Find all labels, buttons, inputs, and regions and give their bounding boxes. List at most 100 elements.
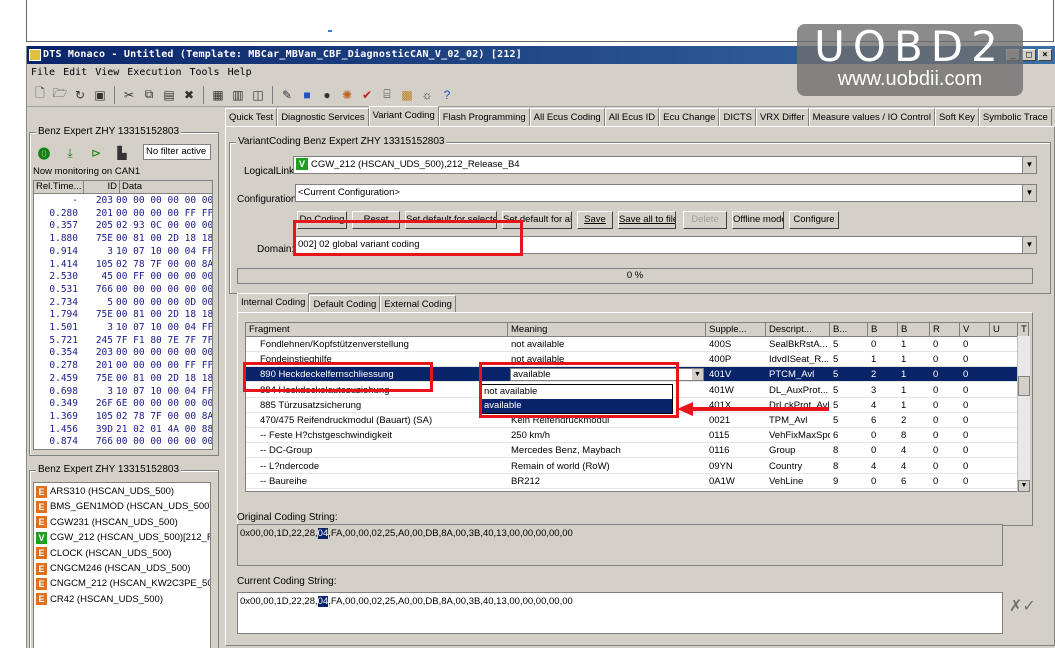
stop-icon[interactable]: ■ <box>298 86 316 104</box>
chevron-down-icon[interactable]: ▼ <box>1022 157 1036 173</box>
ecu-list-item[interactable]: E CGW231 (HSCAN_UDS_500) <box>36 515 178 530</box>
ecu-icon[interactable]: ▩ <box>398 86 416 104</box>
info-icon[interactable]: ☼ <box>418 86 436 104</box>
close-button[interactable]: × <box>1038 49 1052 61</box>
log-row[interactable]: 1.501 310 07 10 00 04 FF 0 <box>34 322 212 334</box>
tab-dicts[interactable]: DICTS <box>719 108 756 126</box>
can-log-list[interactable]: Rel.Time... ID Data -203 00 00 00 00 00 0… <box>33 180 213 450</box>
ecu-list[interactable]: E ARS310 (HSCAN_UDS_500) E BMS_GEN1MOD (HSC… <box>33 482 211 648</box>
grid-col-header[interactable]: U <box>990 323 1018 337</box>
ecu-list-item[interactable]: E ARS310 (HSCAN_UDS_500) <box>36 484 174 499</box>
save-button[interactable]: Save <box>577 211 613 229</box>
log-col-time[interactable]: Rel.Time... <box>34 181 84 193</box>
ecu-list-item[interactable]: VCGW_212 (HSCAN_UDS_500)[212_Relea <box>36 530 210 545</box>
filter-icon[interactable]: ⊳ <box>87 144 105 162</box>
log-row[interactable]: 1.880 75E00 81 00 2D 18 18 1 <box>34 233 212 245</box>
reject-icon[interactable]: ✗ <box>1009 598 1022 615</box>
log-col-id[interactable]: ID <box>84 181 120 193</box>
log-row[interactable]: 1.414 10502 78 7F 00 00 8A 8 <box>34 259 212 271</box>
save-icon[interactable]: ▣ <box>91 86 109 104</box>
ecu-list-item[interactable]: E CNGCM246 (HSCAN_UDS_500) <box>36 561 190 576</box>
grid-col-header[interactable]: B <box>868 323 898 337</box>
tab-internal-coding[interactable]: Internal Coding <box>237 293 310 313</box>
settings-icon[interactable]: ✺ <box>338 86 356 104</box>
tools-icon[interactable]: ✔ <box>358 86 376 104</box>
tab-vrx-differ[interactable]: VRX Differ <box>755 108 809 126</box>
record-icon[interactable]: ● <box>318 86 336 104</box>
tab-default-coding[interactable]: Default Coding <box>309 295 381 313</box>
ecu-list-item[interactable]: E CR42 (HSCAN_UDS_500) <box>36 592 163 607</box>
menu-execution[interactable]: Execution <box>127 65 181 81</box>
chevron-down-icon[interactable]: ▼ <box>1022 237 1036 253</box>
tab-measure-values-io-control[interactable]: Measure values / IO Control <box>808 108 935 126</box>
tab-all-ecus-coding[interactable]: All Ecus Coding <box>529 108 605 126</box>
log-row[interactable]: 0.349 26F6E 00 00 00 00 00 0 <box>34 398 212 410</box>
configure-button[interactable]: Configure <box>789 211 839 229</box>
log-row[interactable]: 2.530 4500 FF 00 00 00 00 4 <box>34 271 212 283</box>
monitor-icon[interactable]: ⌸ <box>378 86 396 104</box>
chevron-down-icon[interactable]: ▼ <box>692 369 703 381</box>
log-row[interactable]: 1.369 10502 78 7F 00 00 8A 9 <box>34 411 212 423</box>
log-row[interactable]: 2.734 500 00 00 00 0D 00 9 <box>34 297 212 309</box>
download-icon[interactable]: ⤓ <box>61 144 79 162</box>
new-file-icon[interactable]: 🗋 <box>31 86 49 104</box>
log-row[interactable]: 0.698 310 07 10 00 04 FF 1 <box>34 386 212 398</box>
split-icon[interactable]: ▥ <box>229 86 247 104</box>
ecu-list-item[interactable]: E BMS_GEN1MOD (HSCAN_UDS_500) <box>36 499 210 514</box>
log-row[interactable]: 0.357 20502 93 0C 00 00 00 00 <box>34 220 212 232</box>
log-row[interactable]: 0.531 76600 00 00 00 00 00 8 <box>34 284 212 296</box>
grid-row[interactable]: -- Feste H?chstgeschwindigkeit 250 km/h 01… <box>246 428 1028 444</box>
log-row[interactable]: 0.874 76600 00 00 00 00 00 8 <box>34 436 212 448</box>
scroll-down-icon[interactable]: ▼ <box>1018 480 1030 492</box>
grid-col-header[interactable]: B... <box>830 323 868 337</box>
grid-row[interactable]: -- Baureihe BR212 0A1W VehLine 9 0 6 0 0 <box>246 474 1028 489</box>
grid-col-header[interactable]: T <box>1018 323 1028 337</box>
scroll-thumb[interactable] <box>1018 376 1030 396</box>
open-folder-icon[interactable]: 🗁 <box>51 86 69 104</box>
offline-mode-button[interactable]: Offline mode <box>732 211 784 229</box>
grid-row[interactable]: -- DC-Group Mercedes Benz, Maybach 0116 Gro… <box>246 443 1028 459</box>
logical-link-select[interactable]: V CGW_212 (HSCAN_UDS_500),212_Release_B4 … <box>293 156 1037 174</box>
ecu-list-item[interactable]: E CLOCK (HSCAN_UDS_500) <box>36 546 171 561</box>
log-row[interactable]: 5.721 2457F F1 80 7E 7F 7F 9 <box>34 335 212 347</box>
delete-icon[interactable]: ✖ <box>180 86 198 104</box>
log-row[interactable]: 2.459 75E00 81 00 2D 18 18 1 <box>34 373 212 385</box>
ecu-list-item[interactable]: E CNGCM_212 (HSCAN_KW2C3PE_500) <box>36 576 210 591</box>
grid-col-header[interactable]: R <box>930 323 960 337</box>
tab-symbolic-trace[interactable]: Symbolic Trace <box>978 108 1052 126</box>
log-row[interactable]: 0.278 20100 00 00 00 FF FF 9 <box>34 360 212 372</box>
tab-quick-test[interactable]: Quick Test <box>225 108 278 126</box>
clear-icon[interactable]: ▙ <box>113 144 131 162</box>
grid-row[interactable]: -- L?ndercode Remain of world (RoW) 09YN Co… <box>246 459 1028 474</box>
paste-icon[interactable]: ▤ <box>160 86 178 104</box>
grid-scrollbar[interactable]: ▼ <box>1017 336 1030 492</box>
grid-col-header[interactable]: B <box>898 323 930 337</box>
refresh-icon[interactable]: ↻ <box>71 86 89 104</box>
log-row[interactable]: 0.354 20300 00 00 00 00 00 00 <box>34 347 212 359</box>
menu-edit[interactable]: Edit <box>63 65 87 81</box>
grid-col-header[interactable]: Fragment <box>246 323 508 337</box>
menu-help[interactable]: Help <box>228 65 252 81</box>
grid-col-header[interactable]: Descript... <box>766 323 830 337</box>
log-row[interactable]: 0.914 310 07 10 00 04 FF F <box>34 246 212 258</box>
tab-ecu-change[interactable]: Ecu Change <box>659 108 720 126</box>
log-col-data[interactable]: Data <box>120 181 212 193</box>
filter-field[interactable]: No filter active <box>143 144 211 160</box>
chevron-down-icon[interactable]: ▼ <box>1022 185 1036 201</box>
menu-view[interactable]: View <box>95 65 119 81</box>
grid-col-header[interactable]: Supple... <box>706 323 766 337</box>
tab-soft-key[interactable]: Soft Key <box>934 108 979 126</box>
layout-icon[interactable]: ▦ <box>209 86 227 104</box>
tab-diagnostic-services[interactable]: Diagnostic Services <box>277 108 369 126</box>
log-row[interactable]: 1.794 75E00 81 00 2D 18 18 1 <box>34 309 212 321</box>
help-icon[interactable]: ? <box>438 86 456 104</box>
tab-external-coding[interactable]: External Coding <box>380 295 456 313</box>
zero-icon[interactable]: ⓿ <box>35 144 53 162</box>
grid-col-header[interactable]: Meaning <box>508 323 706 337</box>
panel-icon[interactable]: ◫ <box>249 86 267 104</box>
log-row[interactable]: - 20300 00 00 00 00 00 00 <box>34 195 212 207</box>
accept-icon[interactable]: ✓ <box>1022 598 1035 615</box>
copy-icon[interactable]: ⧉ <box>140 86 158 104</box>
maximize-button[interactable]: □ <box>1022 49 1036 61</box>
edit-icon[interactable]: ✎ <box>278 86 296 104</box>
